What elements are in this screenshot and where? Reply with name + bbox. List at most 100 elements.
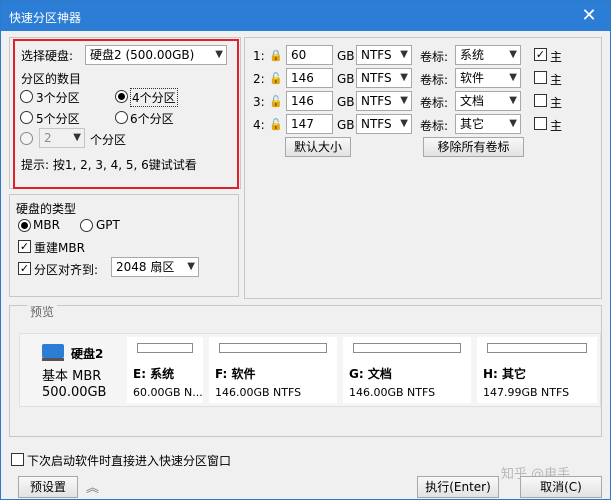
radio-3-partitions[interactable] bbox=[20, 90, 33, 103]
custom-count-select[interactable]: 2 ▼ bbox=[39, 128, 85, 148]
preview-partition-name: H: 其它 bbox=[483, 367, 527, 381]
partition-2-index: 2: bbox=[253, 72, 265, 86]
radio-mbr[interactable] bbox=[18, 219, 31, 232]
partition-2-size[interactable]: 146 bbox=[286, 68, 333, 88]
chevron-down-icon: ▼ bbox=[509, 72, 517, 83]
align-select[interactable]: 2048 扇区 ▼ bbox=[111, 257, 199, 277]
partition-usage-bar bbox=[219, 343, 327, 353]
custom-count-suffix: 个分区 bbox=[90, 133, 127, 147]
partition-3-size[interactable]: 146 bbox=[286, 91, 333, 111]
radio-gpt-label: GPT bbox=[96, 218, 120, 232]
disk-select-label: 选择硬盘: bbox=[21, 49, 74, 63]
disk-select-value: 硬盘2 (500.00GB) bbox=[90, 48, 195, 62]
partition-4-size[interactable]: 147 bbox=[286, 114, 333, 134]
preview-partition-size: 147.99GB NTFS bbox=[483, 386, 570, 399]
partition-3-primary-checkbox[interactable] bbox=[534, 94, 547, 107]
unlock-icon[interactable]: 🔓 bbox=[269, 95, 283, 108]
partition-3-label-select[interactable]: 文档 ▼ bbox=[455, 91, 521, 111]
radio-5-partitions-label: 5个分区 bbox=[36, 112, 80, 126]
partition-usage-bar bbox=[137, 343, 193, 353]
partition-1-label-caption: 卷标: bbox=[420, 50, 449, 64]
preview-partition-f: F: 软件 146.00GB NTFS bbox=[209, 337, 337, 403]
partition-usage-bar bbox=[487, 343, 587, 353]
close-icon[interactable]: ✕ bbox=[578, 5, 600, 27]
preview-disk-size: 500.00GB bbox=[42, 385, 107, 400]
disk-icon bbox=[42, 344, 64, 361]
partition-4-label: 其它 bbox=[460, 117, 485, 131]
radio-6-partitions-label: 6个分区 bbox=[130, 112, 174, 126]
partition-count-title: 分区的数目 bbox=[21, 72, 82, 86]
align-checkbox[interactable]: ✓ bbox=[18, 262, 31, 275]
preset-button[interactable]: 预设置 bbox=[18, 476, 78, 498]
chevron-down-icon: ▼ bbox=[400, 72, 408, 83]
chevron-down-icon: ▼ bbox=[73, 132, 81, 143]
partition-3-label-caption: 卷标: bbox=[420, 96, 449, 110]
partition-3-unit: GB bbox=[337, 95, 355, 109]
partition-4-primary-label: 主 bbox=[550, 119, 563, 133]
window-title: 快速分区神器 bbox=[9, 11, 82, 25]
partition-4-label-select[interactable]: 其它 ▼ bbox=[455, 114, 521, 134]
chevron-down-icon: ▼ bbox=[400, 118, 408, 129]
preview-partition-name: F: 软件 bbox=[215, 367, 256, 381]
align-select-value: 2048 扇区 bbox=[116, 260, 175, 274]
radio-custom-partitions[interactable] bbox=[20, 132, 33, 145]
partition-4-label-caption: 卷标: bbox=[420, 119, 449, 133]
lock-icon[interactable]: 🔒 bbox=[269, 49, 283, 62]
partition-3-primary-label: 主 bbox=[550, 96, 563, 110]
partition-4-fs-select[interactable]: NTFS ▼ bbox=[356, 114, 412, 134]
partition-2-label-select[interactable]: 软件 ▼ bbox=[455, 68, 521, 88]
radio-mbr-label: MBR bbox=[33, 218, 60, 232]
disk-select[interactable]: 硬盘2 (500.00GB) ▼ bbox=[85, 45, 227, 65]
chevron-down-icon: ▼ bbox=[215, 49, 223, 60]
radio-4-partitions-label: 4个分区 bbox=[130, 88, 178, 107]
partition-1-primary-checkbox[interactable]: ✓ bbox=[534, 48, 547, 61]
partition-3-index: 3: bbox=[253, 95, 265, 109]
radio-5-partitions[interactable] bbox=[20, 111, 33, 124]
execute-button[interactable]: 执行(Enter) bbox=[417, 476, 499, 498]
default-size-button[interactable]: 默认大小 bbox=[285, 137, 351, 157]
partition-1-unit: GB bbox=[337, 49, 355, 63]
partition-2-primary-label: 主 bbox=[550, 73, 563, 87]
preview-partition-name: G: 文档 bbox=[349, 367, 392, 381]
partition-4-primary-checkbox[interactable] bbox=[534, 117, 547, 130]
partition-3-fs: NTFS bbox=[361, 94, 392, 108]
partition-2-primary-checkbox[interactable] bbox=[534, 71, 547, 84]
partition-1-fs-select[interactable]: NTFS ▼ bbox=[356, 45, 412, 65]
chevron-down-icon: ▼ bbox=[509, 49, 517, 60]
partition-4-index: 4: bbox=[253, 118, 265, 132]
radio-3-partitions-label: 3个分区 bbox=[36, 91, 80, 105]
chevron-down-icon: ▼ bbox=[187, 261, 195, 272]
partition-2-fs-select[interactable]: NTFS ▼ bbox=[356, 68, 412, 88]
partition-2-label: 软件 bbox=[460, 71, 485, 85]
radio-gpt[interactable] bbox=[80, 219, 93, 232]
cancel-button[interactable]: 取消(C) bbox=[520, 476, 602, 498]
title-bar: 快速分区神器 ✕ bbox=[1, 1, 610, 31]
partition-1-index: 1: bbox=[253, 49, 265, 63]
preview-disk-name: 硬盘2 bbox=[71, 347, 104, 361]
radio-6-partitions[interactable] bbox=[115, 111, 128, 124]
unlock-icon[interactable]: 🔓 bbox=[269, 72, 283, 85]
remove-all-labels-button[interactable]: 移除所有卷标 bbox=[423, 137, 524, 157]
unlock-icon[interactable]: 🔓 bbox=[269, 118, 283, 131]
partition-1-label-select[interactable]: 系统 ▼ bbox=[455, 45, 521, 65]
rebuild-mbr-checkbox[interactable]: ✓ bbox=[18, 240, 31, 253]
keyboard-hint: 提示: 按1, 2, 3, 4, 5, 6键试试看 bbox=[21, 158, 197, 172]
custom-count-value: 2 bbox=[44, 131, 52, 145]
align-label: 分区对齐到: bbox=[34, 263, 99, 277]
preview-partition-size: 146.00GB NTFS bbox=[349, 386, 436, 399]
startup-quick-partition-checkbox[interactable] bbox=[11, 453, 24, 466]
partition-3-label: 文档 bbox=[460, 94, 485, 108]
preview-partition-size: 60.00GB N... bbox=[133, 386, 203, 399]
partition-1-label: 系统 bbox=[460, 48, 485, 62]
chevron-down-icon: ▼ bbox=[509, 118, 517, 129]
double-chevron-up-icon[interactable]: ︽ bbox=[86, 477, 99, 496]
preview-partition-h: H: 其它 147.99GB NTFS bbox=[477, 337, 597, 403]
chevron-down-icon: ▼ bbox=[400, 49, 408, 60]
preview-partition-g: G: 文档 146.00GB NTFS bbox=[343, 337, 471, 403]
disk-type-title: 硬盘的类型 bbox=[16, 202, 77, 216]
partition-1-fs: NTFS bbox=[361, 48, 392, 62]
radio-4-partitions[interactable] bbox=[115, 90, 128, 103]
partition-usage-bar bbox=[353, 343, 461, 353]
partition-3-fs-select[interactable]: NTFS ▼ bbox=[356, 91, 412, 111]
partition-1-size[interactable]: 60 bbox=[286, 45, 333, 65]
